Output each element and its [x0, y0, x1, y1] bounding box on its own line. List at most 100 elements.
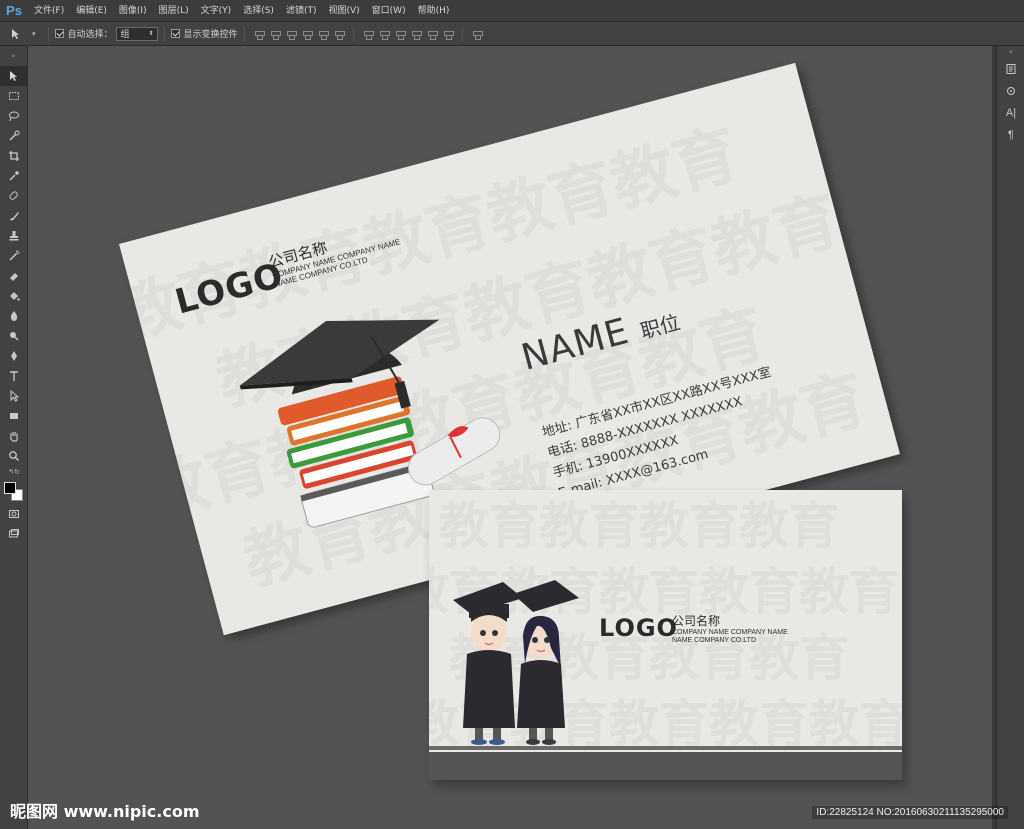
distribute-bottom-icon[interactable]: [395, 29, 406, 40]
distribute-hcenter-icon[interactable]: [427, 29, 438, 40]
eraser-tool-icon[interactable]: [0, 266, 28, 286]
menu-filter[interactable]: 滤镜(T): [280, 0, 323, 22]
align-right-icon[interactable]: [334, 29, 345, 40]
photoshop-logo: Ps: [6, 3, 22, 18]
distribute-right-icon[interactable]: [443, 29, 454, 40]
business-card-back[interactable]: 教育教育教育教育 教育教育教育教育教育 教育教育教育教育 教育教育教育教育教育: [429, 490, 902, 780]
character-panel-icon[interactable]: A|: [997, 102, 1024, 124]
healing-brush-tool-icon[interactable]: [0, 186, 28, 206]
distribute-left-icon[interactable]: [411, 29, 422, 40]
lasso-tool-icon[interactable]: [0, 106, 28, 126]
back-company-name-cn: 公司名称: [672, 614, 721, 628]
preset-dropdown-icon[interactable]: ▾: [32, 30, 36, 38]
auto-select-value: 组: [120, 30, 130, 40]
divider: [461, 26, 463, 41]
type-tool-icon[interactable]: [0, 366, 28, 386]
divider: [243, 26, 245, 41]
auto-select-checkbox[interactable]: [54, 29, 64, 38]
back-company-en-line1: COMPANY NAME COMPANY NAME: [672, 629, 788, 636]
auto-align-icon[interactable]: [472, 29, 483, 40]
expand-panels-icon[interactable]: «: [997, 46, 1024, 58]
pattern-word: 教育: [809, 695, 902, 753]
paragraph-panel-icon[interactable]: ¶: [997, 124, 1024, 146]
show-transform-option[interactable]: 显示变换控件: [170, 27, 238, 40]
history-panel-icon[interactable]: [997, 58, 1024, 80]
menu-layer[interactable]: 图层(L): [153, 0, 195, 22]
divider: [163, 26, 165, 41]
menu-file[interactable]: 文件(F): [28, 0, 70, 22]
menu-image[interactable]: 图像(I): [113, 0, 153, 22]
pattern-word: 教育: [704, 184, 847, 289]
menu-edit[interactable]: 编辑(E): [70, 0, 113, 22]
rectangle-tool-icon[interactable]: [0, 406, 28, 426]
boy-graduate: [453, 582, 523, 745]
move-tool-icon[interactable]: [0, 66, 28, 86]
blur-tool-icon[interactable]: [0, 306, 28, 326]
align-vcenter-icon[interactable]: [270, 29, 281, 40]
brush-tool-icon[interactable]: [0, 206, 28, 226]
canvas-workspace[interactable]: 教育教育教育教育教育 教育教育教育教育教育 教育教育教育教育教育 教育教育教育教…: [29, 46, 992, 829]
watermark-bar: 昵图网 www.nipic.com ID:22825124 NO:2016063…: [0, 802, 1024, 829]
back-company-en-line2: NAME COMPANY CO.LTD: [672, 637, 757, 645]
pen-tool-icon[interactable]: [0, 346, 28, 366]
background-pattern: 教育教育教育教育: [439, 490, 839, 558]
menu-select[interactable]: 选择(S): [237, 0, 280, 22]
menu-window[interactable]: 窗口(W): [366, 0, 412, 22]
hand-tool-icon[interactable]: [0, 426, 28, 446]
pattern-word: 教育: [799, 563, 899, 621]
pattern-word: 教育: [539, 497, 639, 555]
history-brush-tool-icon[interactable]: [0, 246, 28, 266]
girl-graduate: [513, 580, 579, 745]
color-swatches[interactable]: [0, 478, 28, 504]
properties-panel-icon[interactable]: [997, 80, 1024, 102]
back-card-footer-band: [429, 752, 902, 780]
align-top-icon[interactable]: [254, 29, 265, 40]
graduate-students-illustration: [453, 580, 579, 745]
screen-mode-icon[interactable]: [0, 524, 28, 544]
auto-select-dropdown[interactable]: 组 ⬍: [115, 26, 158, 41]
show-transform-checkbox[interactable]: [170, 29, 180, 38]
foreground-color-swatch[interactable]: [4, 482, 16, 494]
menu-help[interactable]: 帮助(H): [412, 0, 456, 22]
marquee-tool-icon[interactable]: [0, 86, 28, 106]
right-panel-dock: « A| ¶: [996, 46, 1024, 829]
nipic-image-id: ID:22825124 NO:20160630211135295000: [812, 806, 1008, 819]
quick-mask-icon[interactable]: [0, 504, 28, 524]
paint-bucket-tool-icon[interactable]: [0, 286, 28, 306]
photoshop-window: Ps 文件(F) 编辑(E) 图像(I) 图层(L) 文字(Y) 选择(S) 滤…: [0, 0, 1024, 829]
book-stack: [277, 376, 434, 528]
divider: [352, 26, 354, 41]
tools-panel: » ↰↻: [0, 46, 28, 829]
quick-select-tool-icon[interactable]: [0, 126, 28, 146]
align-bottom-icon[interactable]: [286, 29, 297, 40]
align-left-icon[interactable]: [302, 29, 313, 40]
show-transform-label: 显示变换控件: [183, 30, 238, 40]
card-holder-position: 职位: [637, 309, 683, 344]
menu-type[interactable]: 文字(Y): [195, 0, 238, 22]
menu-view[interactable]: 视图(V): [322, 0, 365, 22]
collapse-panel-icon[interactable]: »: [0, 46, 27, 66]
nipic-watermark: 昵图网 www.nipic.com: [10, 802, 200, 821]
eyedropper-tool-icon[interactable]: [0, 166, 28, 186]
back-logo: LOGO: [599, 614, 678, 642]
distribute-top-icon[interactable]: [363, 29, 374, 40]
auto-select-option[interactable]: 自动选择： 组 ⬍: [54, 26, 158, 41]
path-selection-tool-icon[interactable]: [0, 386, 28, 406]
options-bar: ▾ 自动选择： 组 ⬍ 显示变换控件: [0, 22, 1024, 46]
dodge-tool-icon[interactable]: [0, 326, 28, 346]
move-tool-preset-icon[interactable]: [0, 24, 32, 44]
zoom-tool-icon[interactable]: [0, 446, 28, 466]
select-arrows-icon: ⬍: [148, 30, 154, 37]
divider: [47, 26, 49, 41]
pattern-word: 教育: [709, 695, 809, 753]
align-hcenter-icon[interactable]: [318, 29, 329, 40]
clone-stamp-tool-icon[interactable]: [0, 226, 28, 246]
distribute-vcenter-icon[interactable]: [379, 29, 390, 40]
pattern-word: 教育: [439, 497, 539, 555]
crop-tool-icon[interactable]: [0, 146, 28, 166]
menu-bar: Ps 文件(F) 编辑(E) 图像(I) 图层(L) 文字(Y) 选择(S) 滤…: [0, 0, 1024, 22]
pattern-word: 教育: [609, 695, 709, 753]
auto-select-label: 自动选择：: [67, 30, 113, 40]
back-company-name-en: COMPANY NAME COMPANY NAME NAME COMPANY C…: [672, 629, 788, 645]
swap-colors-icon[interactable]: ↰↻: [0, 466, 28, 478]
